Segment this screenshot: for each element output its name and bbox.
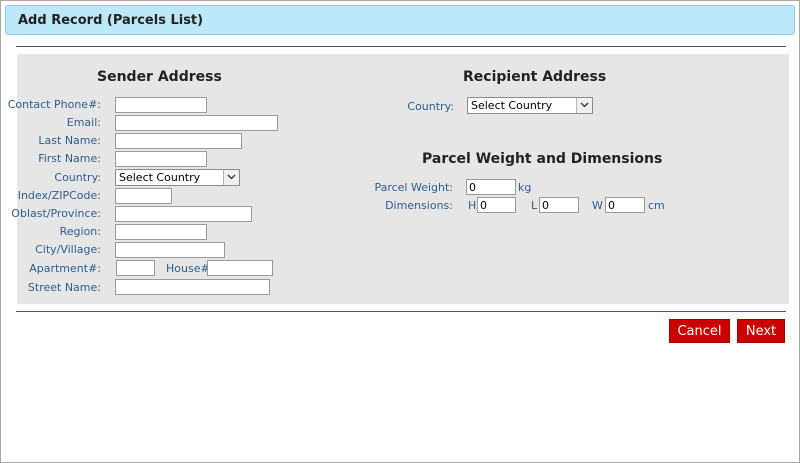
zip-input[interactable] xyxy=(115,188,172,204)
city-input[interactable] xyxy=(115,242,225,258)
height-label: H xyxy=(468,199,477,212)
parcel-weight-label: Parcel Weight: xyxy=(374,181,453,194)
last-name-label: Last Name: xyxy=(38,134,101,147)
zip-label: Index/ZIPCode: xyxy=(17,189,101,202)
region-input[interactable] xyxy=(115,224,207,240)
dimensions-label: Dimensions: xyxy=(385,199,453,212)
height-input[interactable] xyxy=(477,197,516,213)
form-panel: Sender Address Contact Phone#: Email: La… xyxy=(8,54,789,304)
weight-unit: kg xyxy=(518,181,532,194)
cancel-button[interactable]: Cancel xyxy=(669,319,730,343)
oblast-label: Oblast/Province: xyxy=(11,207,101,220)
street-input[interactable] xyxy=(115,279,270,295)
oblast-input[interactable] xyxy=(115,206,252,222)
sender-heading: Sender Address xyxy=(97,69,222,85)
recipient-heading: Recipient Address xyxy=(463,69,607,85)
bottom-divider xyxy=(16,311,786,312)
parcel-heading: Parcel Weight and Dimensions xyxy=(422,151,663,167)
apartment-input[interactable] xyxy=(116,260,155,276)
city-label: City/Village: xyxy=(35,243,101,256)
sender-country-value: Select Country xyxy=(119,171,201,184)
sender-country-select[interactable]: Select Country xyxy=(115,169,240,186)
last-name-input[interactable] xyxy=(115,133,242,149)
width-input[interactable] xyxy=(605,197,645,213)
dialog-titlebar[interactable]: Add Record (Parcels List) xyxy=(5,5,795,35)
first-name-label: First Name: xyxy=(38,152,101,165)
recipient-country-label: Country: xyxy=(407,100,454,113)
dialog-title: Add Record (Parcels List) xyxy=(18,13,204,28)
email-label: Email: xyxy=(66,116,101,129)
add-record-dialog: Add Record (Parcels List) Sender Address… xyxy=(0,0,800,463)
chevron-down-icon[interactable] xyxy=(223,170,239,185)
email-input[interactable] xyxy=(115,115,278,131)
region-label: Region: xyxy=(59,225,101,238)
top-divider xyxy=(16,46,786,47)
street-label: Street Name: xyxy=(27,281,101,294)
contact-phone-input[interactable] xyxy=(115,97,207,113)
chevron-down-icon[interactable] xyxy=(576,98,592,113)
contact-phone-label: Contact Phone#: xyxy=(7,98,101,111)
sender-country-label: Country: xyxy=(54,171,101,184)
width-label: W xyxy=(592,199,603,212)
house-input[interactable] xyxy=(207,260,273,276)
length-input[interactable] xyxy=(539,197,579,213)
next-button[interactable]: Next xyxy=(737,319,785,343)
dimension-unit: cm xyxy=(648,199,665,212)
recipient-country-value: Select Country xyxy=(471,99,553,112)
parcel-weight-input[interactable] xyxy=(466,179,516,195)
first-name-input[interactable] xyxy=(115,151,207,167)
apartment-label: Apartment#: xyxy=(29,262,101,275)
recipient-country-select[interactable]: Select Country xyxy=(467,97,593,114)
length-label: L xyxy=(531,199,538,212)
